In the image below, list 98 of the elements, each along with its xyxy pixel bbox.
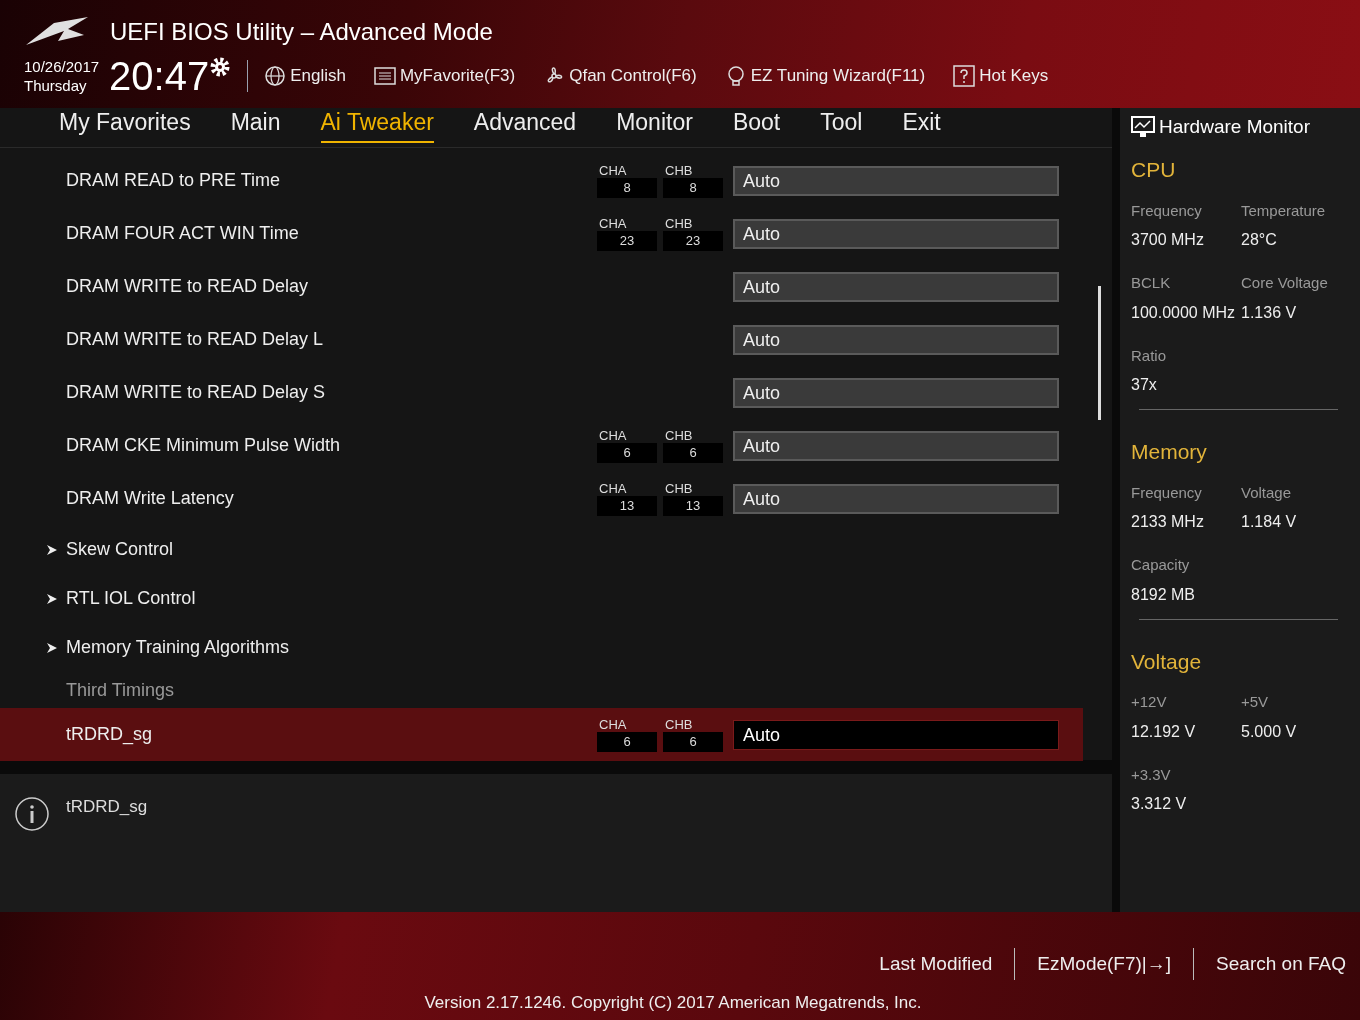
channel-value: 6 xyxy=(663,732,723,752)
toolbar-button[interactable]: MyFavorite(F3) xyxy=(373,63,516,89)
section-heading: Third Timings xyxy=(65,678,176,702)
footer-link[interactable]: Last Modified xyxy=(879,949,993,979)
channel-value: 8 xyxy=(663,178,723,198)
toolbar-button[interactable]: Hot Keys xyxy=(953,63,1049,89)
setting-label[interactable]: tRDRD_sg xyxy=(0,721,597,748)
channel-value: 6 xyxy=(597,732,657,752)
channel-label: CHA xyxy=(598,481,628,496)
setting-label[interactable]: DRAM FOUR ACT WIN Time xyxy=(0,220,597,247)
setting-label[interactable]: DRAM WRITE to READ Delay L xyxy=(0,326,597,353)
setting-label[interactable]: DRAM Write Latency xyxy=(0,485,597,512)
submenu-item[interactable]: RTL IOL Control xyxy=(0,574,1112,623)
menu-tab[interactable]: Boot xyxy=(732,104,781,141)
toolbar-button[interactable]: EZ Tuning Wizard(F11) xyxy=(724,63,926,89)
reading-value: 2133 MHz xyxy=(1131,512,1205,532)
channel-label: CHA xyxy=(598,428,628,443)
channel-label: CHA xyxy=(598,163,628,178)
menu-tab[interactable]: Advanced xyxy=(473,104,577,141)
reading-value: 37x xyxy=(1131,375,1158,395)
value-field[interactable]: Auto xyxy=(733,430,1059,461)
value-field[interactable]: Auto xyxy=(733,483,1059,514)
setting-label[interactable]: DRAM READ to PRE Time xyxy=(0,167,597,194)
group-title: Memory xyxy=(1131,439,1208,465)
setting-label[interactable]: DRAM WRITE to READ Delay xyxy=(0,273,597,300)
footer-link[interactable]: Search on FAQ xyxy=(1216,949,1346,979)
reading-label: +5V xyxy=(1241,692,1270,712)
version-text: Version 2.17.1246. Copyright (C) 2017 American Megatrends, Inc. xyxy=(424,992,922,1014)
menu-tab[interactable]: Ai Tweaker xyxy=(320,104,434,143)
settings-icon[interactable] xyxy=(209,56,232,78)
setting-label[interactable]: DRAM WRITE to READ Delay S xyxy=(0,379,597,406)
toolbar-button[interactable]: English xyxy=(264,63,346,89)
channel-value: 8 xyxy=(597,178,657,198)
group-title: Voltage xyxy=(1131,648,1203,675)
reading-label: Temperature xyxy=(1241,200,1327,221)
channel-value: 23 xyxy=(597,231,657,251)
help-icon xyxy=(953,65,976,87)
monitor-icon xyxy=(1131,116,1155,138)
channel-value: 6 xyxy=(597,443,657,463)
date-text: 10/26/2017 xyxy=(24,57,100,76)
reading-label: Core Voltage xyxy=(1241,273,1329,293)
setting-label[interactable]: DRAM CKE Minimum Pulse Width xyxy=(0,432,597,459)
channel-label: CHA xyxy=(598,216,628,231)
toolbar-button[interactable]: Qfan Control(F6) xyxy=(543,63,697,89)
reading-value: 28°C xyxy=(1241,230,1278,250)
reading-value: 1.136 V xyxy=(1241,302,1298,323)
channel-label: CHB xyxy=(664,163,694,178)
value-field[interactable]: Auto xyxy=(733,719,1059,750)
weekday-text: Thursday xyxy=(24,76,88,95)
list-icon xyxy=(373,65,396,87)
scrollbar[interactable] xyxy=(1098,286,1101,420)
value-field[interactable]: Auto xyxy=(733,271,1059,302)
group-title: CPU xyxy=(1131,157,1177,183)
reading-label: BCLK xyxy=(1131,273,1172,293)
panel-title: Hardware Monitor xyxy=(1159,114,1310,139)
reading-value: 1.184 V xyxy=(1241,512,1298,532)
value-field[interactable]: Auto xyxy=(733,324,1059,355)
help-text: tRDRD_sg xyxy=(66,796,148,818)
reading-label: Frequency xyxy=(1131,482,1203,503)
menu-tab[interactable]: My Favorites xyxy=(59,104,191,141)
chevron-icon xyxy=(46,592,58,605)
value-field[interactable]: Auto xyxy=(733,218,1059,249)
footer-link[interactable]: EzMode(F7)|→] xyxy=(1037,949,1172,979)
menu-tab[interactable]: Monitor xyxy=(616,104,693,141)
channel-label: CHB xyxy=(664,717,694,732)
channel-value: 6 xyxy=(663,443,723,463)
menu-tab[interactable]: Tool xyxy=(820,104,863,141)
menu-tab[interactable]: Main xyxy=(230,104,281,141)
value-field[interactable]: Auto xyxy=(733,165,1059,196)
channel-label: CHB xyxy=(664,216,694,231)
info-icon xyxy=(14,796,50,832)
reading-label: +12V xyxy=(1131,692,1168,712)
channel-value: 13 xyxy=(597,496,657,516)
reading-value: 5.000 V xyxy=(1241,721,1298,742)
reading-label: Capacity xyxy=(1131,555,1191,575)
reading-value: 100.0000 MHz xyxy=(1131,302,1237,323)
reading-label: +3.3V xyxy=(1131,764,1172,785)
submenu-item[interactable]: Memory Training Algorithms xyxy=(0,623,1112,672)
submenu-item[interactable]: Skew Control xyxy=(0,525,1112,574)
value-field[interactable]: Auto xyxy=(733,377,1059,408)
channel-label: CHA xyxy=(598,717,628,732)
chevron-icon xyxy=(46,641,58,654)
reading-label: Ratio xyxy=(1131,345,1168,366)
channel-value: 23 xyxy=(663,231,723,251)
globe-icon xyxy=(264,65,287,87)
chevron-icon xyxy=(46,543,58,556)
channel-label: CHB xyxy=(664,428,694,443)
reading-label: Voltage xyxy=(1241,482,1293,503)
reading-value: 12.192 V xyxy=(1131,721,1197,742)
reading-value: 8192 MB xyxy=(1131,584,1197,605)
menu-tab[interactable]: Exit xyxy=(902,104,941,141)
reading-label: Frequency xyxy=(1131,200,1203,221)
channel-value: 13 xyxy=(663,496,723,516)
window-title: UEFI BIOS Utility – Advanced Mode xyxy=(110,17,493,47)
clock-time: 20:47 xyxy=(109,54,210,98)
reading-value: 3.312 V xyxy=(1131,794,1188,814)
channel-label: CHB xyxy=(664,481,694,496)
reading-value: 3700 MHz xyxy=(1131,230,1205,250)
